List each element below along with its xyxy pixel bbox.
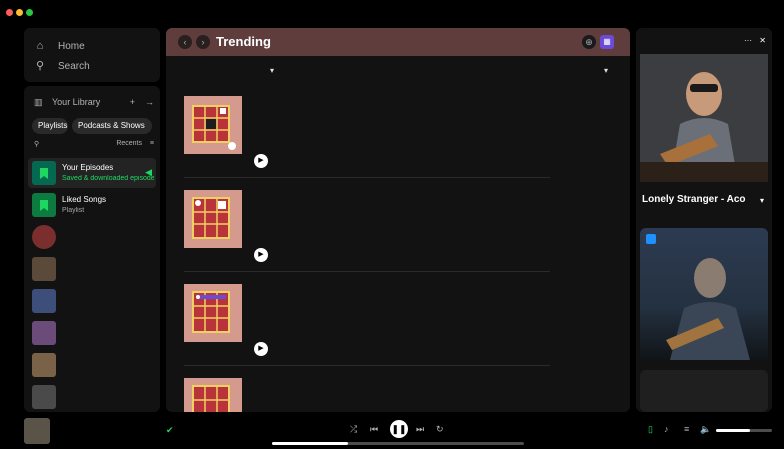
episode-row[interactable]: ▶ [184,184,550,272]
notifications-icon[interactable]: ⊕ [582,35,596,49]
nav-panel: ⌂ Home ⚲ Search [24,28,160,82]
episode-row[interactable] [184,372,550,412]
player-bar: ✔ ⤮ ⏮ ❚❚ ⏭ ↻ ▯ ♪ ≡ 🔈 [0,412,784,449]
episode-artwork [184,96,242,154]
library-item-subtitle: Playlist [62,207,85,214]
close-icon[interactable]: ✕ [759,36,766,45]
song-title[interactable]: Lonely Stranger - Aco [642,194,754,205]
artist-card[interactable] [640,228,768,360]
maximize-window-button[interactable] [26,9,33,16]
queue-icon[interactable]: ≡ [684,424,689,434]
library-item-thumb [32,321,56,345]
library-sort-row: ⚲ Recents ≡ [34,140,154,152]
close-window-button[interactable] [6,9,13,16]
episode-description [254,118,550,140]
episode-row[interactable]: ▶ [184,278,550,366]
liked-thumb [32,193,56,217]
expand-icon[interactable]: → [145,97,154,107]
divider [184,177,550,178]
nav-search-label: Search [58,60,90,72]
home-icon: ⌂ [36,40,44,52]
episode-play-button[interactable]: ▶ [254,154,268,168]
forward-button[interactable]: › [196,35,210,49]
chevron-down-icon: ▾ [603,66,608,75]
main-panel: ‹ › Trending ⊕ ▦ ▾ ▾ ▶ ▶ ▶ [166,28,630,412]
library-item[interactable] [28,382,156,412]
library-item-your-episodes[interactable]: Your Episodes Saved & downloaded episode… [28,158,156,188]
album-cover [640,54,768,182]
speaker-icon[interactable]: 🔈 [700,424,711,435]
minimize-window-button[interactable] [16,9,23,16]
speaker-icon: ◀ [145,167,152,177]
nav-search[interactable]: ⚲ Search [34,58,90,74]
library-item[interactable] [28,318,156,348]
divider [184,365,550,366]
progress-fill [272,442,348,445]
shuffle-icon[interactable]: ⤮ [350,424,357,435]
episode-artwork [184,284,242,342]
chevron-down-icon: ▾ [270,66,275,75]
library-item-title: Your Episodes [62,163,114,172]
nav-home-label: Home [58,40,85,52]
episode-play-button[interactable]: ▶ [254,248,268,262]
search-icon: ⚲ [35,60,45,72]
library-item[interactable] [28,254,156,284]
library-item-thumb [32,353,56,377]
avatar[interactable]: ▦ [600,35,614,49]
episode-row[interactable]: ▶ [184,90,550,178]
more-icon[interactable]: ··· [744,36,752,45]
episodes-thumb [32,161,56,185]
add-icon[interactable]: + [130,97,135,107]
library-item-title: Liked Songs [62,195,107,204]
episode-artwork [184,190,242,248]
now-playing-view-icon[interactable]: ▯ [648,424,653,435]
library-item-thumb [32,385,56,409]
saved-check-icon[interactable]: ✔ [166,425,174,436]
filter-row: ▾ ▾ [182,66,618,80]
episode-description [254,306,550,328]
library-item-thumb [32,289,56,313]
library-item-subtitle: Saved & downloaded episodes [62,175,154,182]
library-sort-label[interactable]: Recents [116,140,142,147]
library-panel: ▥ Your Library + → Playlists Podcasts & … [24,86,160,412]
list-view-icon[interactable]: ≡ [150,140,154,147]
episode-play-button[interactable]: ▶ [254,342,268,356]
library-item[interactable] [28,350,156,380]
title-bar [0,0,784,24]
repeat-icon[interactable]: ↻ [436,424,444,435]
chip-podcasts[interactable]: Podcasts & Shows [72,118,152,134]
divider [184,271,550,272]
now-playing-panel: ··· ✕ Lonely Stranger - Aco ▾ [636,28,772,412]
lyrics-icon[interactable]: ♪ [664,424,669,434]
progress-track[interactable] [272,442,524,445]
episode-artwork [184,378,242,412]
library-item-thumb [32,257,56,281]
library-header[interactable]: ▥ Your Library + → [34,94,154,110]
library-item[interactable] [28,222,156,252]
back-button[interactable]: ‹ [178,35,192,49]
episode-description [254,212,550,234]
library-item-thumb [32,225,56,249]
library-search-icon[interactable]: ⚲ [34,140,39,148]
main-header: ‹ › Trending ⊕ ▦ [166,28,630,56]
library-title: Your Library [52,97,101,107]
next-icon[interactable]: ⏭ [416,424,424,435]
page-title: Trending [216,34,271,49]
volume-slider[interactable] [716,429,772,432]
nav-home[interactable]: ⌂ Home [34,38,85,54]
library-icon: ▥ [34,96,43,107]
library-item[interactable] [28,286,156,316]
pause-button[interactable]: ❚❚ [390,420,408,438]
volume-fill [716,429,750,432]
library-item-liked-songs[interactable]: Liked Songs Playlist [28,190,156,220]
chevron-down-icon[interactable]: ▾ [760,196,764,205]
chip-playlists[interactable]: Playlists [32,118,68,134]
previous-icon[interactable]: ⏮ [370,424,378,435]
credits-card [640,370,768,412]
now-playing-thumb[interactable] [24,418,50,444]
